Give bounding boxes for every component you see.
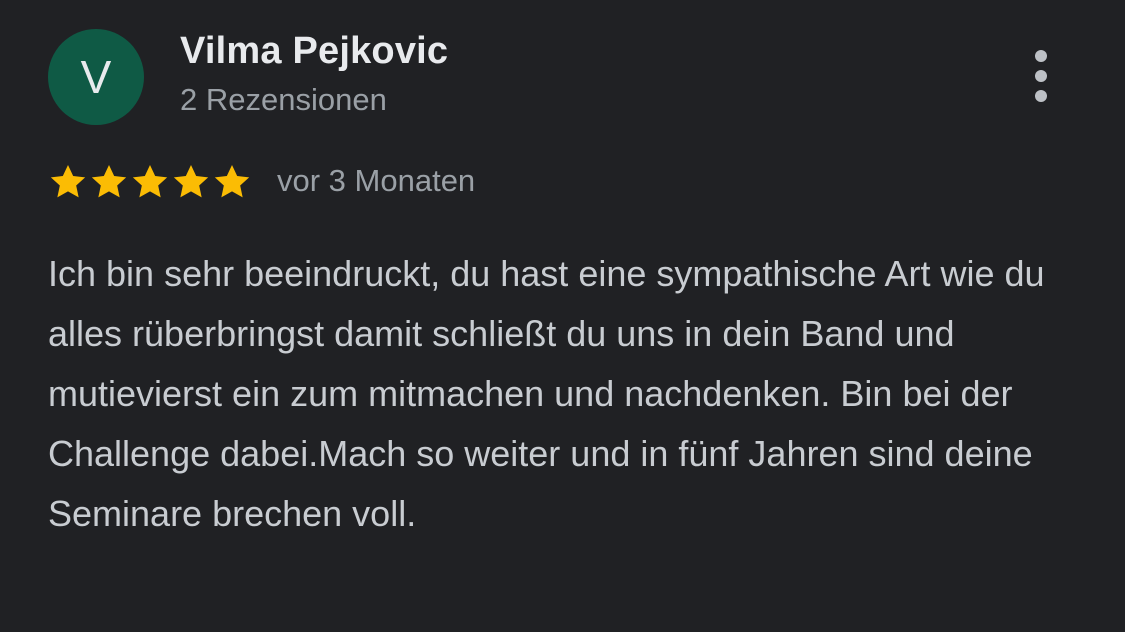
star-icon	[91, 165, 127, 198]
review-date: vor 3 Monaten	[277, 163, 476, 198]
more-vert-icon-dot	[1035, 90, 1047, 102]
star-rating	[48, 162, 252, 204]
star-icon	[214, 165, 250, 198]
more-vert-icon-dot	[1035, 70, 1047, 82]
more-vert-icon	[1035, 50, 1047, 62]
review-card: V Vilma Pejkovic 2 Rezensionen vor 3 Mon…	[0, 0, 1125, 632]
review-count: 2 Rezensionen	[180, 82, 387, 117]
star-icon	[50, 165, 86, 198]
avatar[interactable]: V	[48, 29, 144, 125]
more-options-button[interactable]	[1022, 48, 1060, 108]
review-text: Ich bin sehr beeindruckt, du hast eine s…	[48, 253, 1045, 534]
author-name[interactable]: Vilma Pejkovic	[180, 30, 448, 73]
star-icon	[132, 165, 168, 198]
star-icon	[173, 165, 209, 198]
